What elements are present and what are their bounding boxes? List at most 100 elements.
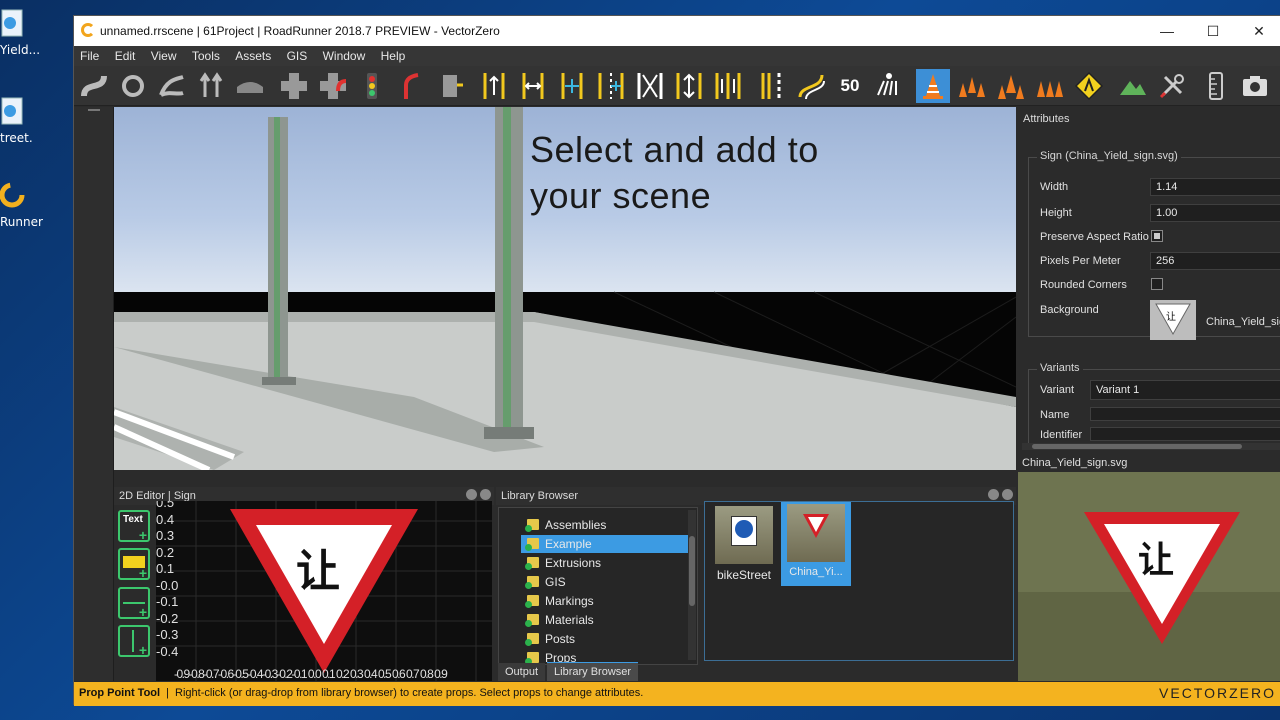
folder-icon bbox=[525, 557, 539, 570]
editor-2d-canvas[interactable]: 让 0.5 0.4 0.3 0.2 0.1 -0.0 -0.1 -0.2 -0.… bbox=[156, 501, 492, 681]
float-icon[interactable] bbox=[466, 489, 477, 500]
checkbox-check-icon bbox=[1154, 233, 1160, 239]
lane-arrows-icon bbox=[199, 72, 223, 97]
asset-china-yield[interactable]: China_Yi... bbox=[781, 502, 851, 586]
preserve-aspect-checkbox[interactable] bbox=[1151, 230, 1163, 242]
svg-text:让: 让 bbox=[1166, 311, 1176, 323]
vectorzero-logo: VECTORZERO bbox=[1159, 685, 1276, 701]
tree-item-gis[interactable]: ▶GIS bbox=[521, 573, 691, 591]
sign-tool[interactable] bbox=[1072, 69, 1106, 103]
close-icon[interactable] bbox=[480, 489, 491, 500]
lane-add-tool[interactable] bbox=[555, 69, 589, 103]
maximize-button[interactable]: ☐ bbox=[1190, 16, 1236, 46]
close-button[interactable]: ✕ bbox=[1236, 16, 1280, 46]
desktop-icon-street[interactable]: treet. bbox=[0, 96, 70, 145]
editor-2d-panel: 2D Editor | Sign Text + + + + 让 0.5 0.4 … bbox=[114, 487, 494, 681]
traffic-cone-icon bbox=[923, 74, 943, 99]
custom-tool[interactable] bbox=[1155, 69, 1189, 103]
tree-item-label: Posts bbox=[545, 632, 576, 646]
tree-item-extrusions[interactable]: ▶Extrusions bbox=[521, 554, 691, 572]
name-field[interactable] bbox=[1090, 407, 1280, 421]
title-bar[interactable]: unnamed.rrscene | 61Project | RoadRunner… bbox=[74, 16, 1280, 46]
y-tick: 0.4 bbox=[156, 511, 175, 527]
tree-item-posts[interactable]: ▶Posts bbox=[521, 630, 691, 648]
menu-assets[interactable]: Assets bbox=[229, 46, 277, 63]
pixels-per-meter-field[interactable]: 256 bbox=[1150, 252, 1280, 270]
prop-set-tool[interactable] bbox=[1033, 69, 1067, 103]
prop-curve-tool[interactable] bbox=[955, 69, 989, 103]
strip-handle[interactable] bbox=[88, 109, 100, 111]
sign-preview[interactable]: 让 bbox=[1018, 472, 1280, 681]
menu-gis[interactable]: GIS bbox=[281, 46, 314, 63]
junction-corner-tool[interactable] bbox=[277, 69, 311, 103]
asset-grid: bikeStreet China_Yi... bbox=[704, 501, 1014, 661]
attributes-panel: Attributes Sign (China_Yield_sign.svg) W… bbox=[1018, 107, 1280, 452]
road-construction-tool[interactable] bbox=[155, 69, 189, 103]
marking-point-tool[interactable] bbox=[755, 69, 789, 103]
height-field[interactable]: 1.00 bbox=[1150, 204, 1280, 222]
tree-item-assemblies[interactable]: ▶Assemblies bbox=[521, 516, 691, 534]
identifier-field[interactable] bbox=[1090, 427, 1280, 441]
menu-file[interactable]: File bbox=[74, 46, 105, 63]
scene-viewport[interactable]: Select and add to your scene bbox=[114, 107, 1016, 470]
prop-polygon-tool[interactable] bbox=[994, 69, 1028, 103]
speed-limit-tool[interactable]: 50 bbox=[833, 69, 867, 103]
junction-icon bbox=[281, 73, 307, 99]
add-vline-button[interactable]: + bbox=[118, 625, 150, 658]
desktop-icon-label: Runner bbox=[0, 215, 43, 229]
tab-output[interactable]: Output bbox=[498, 663, 546, 681]
lane-marking-tool[interactable] bbox=[633, 69, 667, 103]
measure-tool[interactable] bbox=[1199, 69, 1233, 103]
lane-carve-tool[interactable] bbox=[672, 69, 706, 103]
menu-edit[interactable]: Edit bbox=[109, 46, 142, 63]
variant-select[interactable]: Variant 1 bbox=[1090, 380, 1280, 400]
width-field[interactable]: 1.14 bbox=[1150, 178, 1280, 196]
close-icon[interactable] bbox=[1002, 489, 1013, 500]
tree-item-example[interactable]: ▶Example bbox=[521, 535, 691, 553]
asset-bikestreet[interactable]: bikeStreet bbox=[709, 504, 779, 588]
lane-width-tool[interactable] bbox=[516, 69, 550, 103]
background-thumbnail[interactable]: 让 bbox=[1150, 300, 1196, 340]
lane-split-tool[interactable] bbox=[711, 69, 745, 103]
lane-tool[interactable] bbox=[477, 69, 511, 103]
terrain-tool[interactable] bbox=[1116, 69, 1150, 103]
attributes-hscrollbar[interactable] bbox=[1022, 443, 1280, 450]
maneuver-tool[interactable] bbox=[394, 69, 428, 103]
terrain-icon bbox=[1120, 81, 1146, 95]
surface-tool[interactable] bbox=[233, 69, 267, 103]
plus-icon: + bbox=[138, 642, 147, 658]
tab-library-browser[interactable]: Library Browser bbox=[547, 662, 639, 681]
menu-help[interactable]: Help bbox=[375, 46, 412, 63]
snapshot-tool[interactable] bbox=[1238, 69, 1272, 103]
junction-tool[interactable] bbox=[116, 69, 150, 103]
prop-point-tool[interactable] bbox=[916, 69, 950, 103]
lane-carving-tool[interactable] bbox=[194, 69, 228, 103]
crosswalk-tool[interactable] bbox=[433, 69, 467, 103]
lane-form-tool[interactable] bbox=[594, 69, 628, 103]
add-rect-button[interactable]: + bbox=[118, 548, 150, 581]
file-icon bbox=[1, 97, 23, 125]
add-text-button[interactable]: Text + bbox=[118, 510, 150, 543]
rounded-corners-checkbox[interactable] bbox=[1151, 278, 1163, 290]
tree-scroll-thumb[interactable] bbox=[689, 536, 695, 606]
signal-tool[interactable] bbox=[355, 69, 389, 103]
lane-add-icon bbox=[561, 73, 583, 99]
road-split-icon bbox=[159, 75, 184, 97]
menu-view[interactable]: View bbox=[145, 46, 183, 63]
float-icon[interactable] bbox=[988, 489, 999, 500]
marking-curve-tool[interactable] bbox=[794, 69, 828, 103]
attributes-scroll-thumb[interactable] bbox=[1032, 444, 1242, 449]
crosswalk-stop-tool[interactable] bbox=[872, 69, 906, 103]
road-plan-tool[interactable] bbox=[77, 69, 111, 103]
tree-item-markings[interactable]: ▶Markings bbox=[521, 592, 691, 610]
desktop-icon-roadrunner[interactable]: Runner bbox=[0, 180, 70, 229]
tree-item-materials[interactable]: ▶Materials bbox=[521, 611, 691, 629]
corner-tool[interactable] bbox=[316, 69, 350, 103]
tree-scrollbar[interactable] bbox=[688, 510, 696, 660]
menu-tools[interactable]: Tools bbox=[186, 46, 226, 63]
viewport-divider[interactable] bbox=[114, 470, 1016, 487]
minimize-button[interactable]: — bbox=[1144, 16, 1190, 46]
desktop-icon-yield[interactable]: Yield... bbox=[0, 8, 70, 57]
menu-window[interactable]: Window bbox=[317, 46, 372, 63]
add-hline-button[interactable]: + bbox=[118, 587, 150, 620]
